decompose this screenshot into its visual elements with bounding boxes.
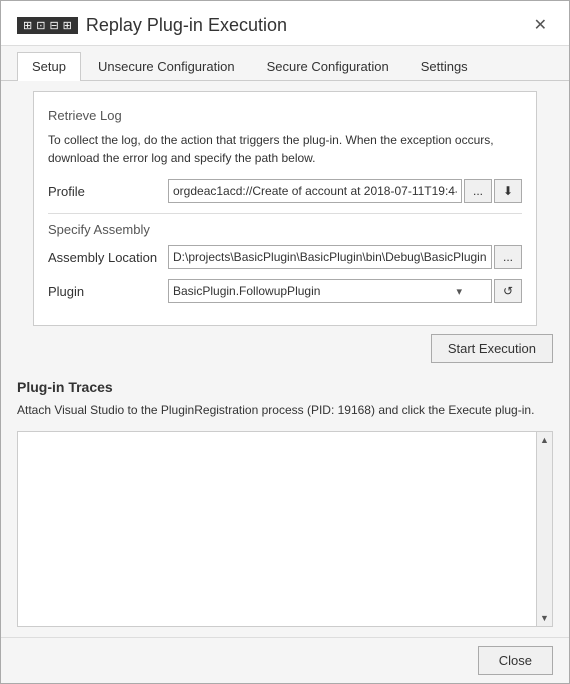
close-button[interactable]: Close [478,646,553,675]
scroll-down-button[interactable]: ▼ [537,610,553,626]
bottom-bar: Close [1,637,569,683]
profile-download-button[interactable]: ⬇ [494,179,522,203]
traces-section: Plug-in Traces Attach Visual Studio to t… [1,371,569,431]
title-bar: ⊞ ⊡ ⊟ ⊞ Replay Plug-in Execution ✕ [1,1,569,46]
retrieve-log-title: Retrieve Log [48,108,522,123]
traces-description: Attach Visual Studio to the PluginRegist… [17,401,553,419]
assembly-location-input[interactable] [168,245,492,269]
toolbar-icon-1[interactable]: ⊞ [23,19,32,32]
tab-settings[interactable]: Settings [406,52,483,80]
section-divider [48,213,522,214]
specify-assembly-title: Specify Assembly [48,222,522,237]
assembly-location-label: Assembly Location [48,250,168,265]
plugin-refresh-button[interactable]: ↺ [494,279,522,303]
toolbar-icons: ⊞ ⊡ ⊟ ⊞ [17,17,78,34]
setup-panel: Retrieve Log To collect the log, do the … [33,91,537,326]
toolbar-icon-4[interactable]: ⊞ [63,19,72,32]
plugin-label: Plugin [48,284,168,299]
traces-box: ▲ ▼ [17,431,553,627]
plugin-select-wrapper: BasicPlugin.FollowupPlugin [168,279,492,303]
tab-unsecure-configuration[interactable]: Unsecure Configuration [83,52,250,80]
tab-setup[interactable]: Setup [17,52,81,81]
toolbar-icon-3[interactable]: ⊟ [49,19,58,32]
panel-content: Retrieve Log To collect the log, do the … [17,91,553,326]
profile-row: Profile ... ⬇ [48,179,522,203]
assembly-browse-button[interactable]: ... [494,245,522,269]
dialog: ⊞ ⊡ ⊟ ⊞ Replay Plug-in Execution ✕ Setup… [0,0,570,684]
traces-scrollbar: ▲ ▼ [536,432,552,626]
traces-title: Plug-in Traces [17,379,553,395]
title-bar-left: ⊞ ⊡ ⊟ ⊞ Replay Plug-in Execution [17,15,287,36]
close-icon[interactable]: ✕ [528,13,553,37]
start-execution-button[interactable]: Start Execution [431,334,553,363]
assembly-location-input-group: ... [168,245,522,269]
profile-label: Profile [48,184,168,199]
dialog-title: Replay Plug-in Execution [86,15,287,36]
plugin-row: Plugin BasicPlugin.FollowupPlugin ↺ [48,279,522,303]
profile-input[interactable] [168,179,462,203]
toolbar-icon-2[interactable]: ⊡ [36,19,45,32]
profile-browse-button[interactable]: ... [464,179,492,203]
scroll-up-button[interactable]: ▲ [537,432,553,448]
retrieve-log-description: To collect the log, do the action that t… [48,131,522,167]
plugin-select[interactable]: BasicPlugin.FollowupPlugin [168,279,492,303]
tab-bar: Setup Unsecure Configuration Secure Conf… [1,46,569,81]
tab-secure-configuration[interactable]: Secure Configuration [252,52,404,80]
action-bar: Start Execution [1,326,569,371]
main-area: Retrieve Log To collect the log, do the … [1,81,569,637]
profile-input-group: ... ⬇ [168,179,522,203]
assembly-location-row: Assembly Location ... [48,245,522,269]
plugin-input-group: BasicPlugin.FollowupPlugin ↺ [168,279,522,303]
